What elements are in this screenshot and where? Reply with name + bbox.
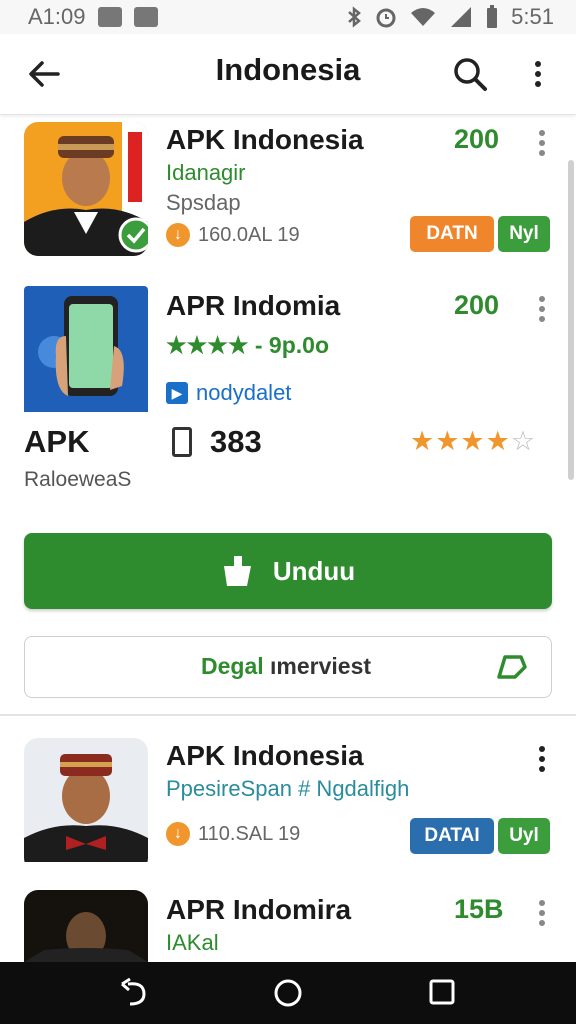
signal-icon	[451, 7, 472, 27]
hand-icon	[223, 556, 251, 586]
app-name: APR Indomia	[166, 290, 341, 321]
stat-label: APK	[24, 424, 90, 459]
home-icon[interactable]	[273, 978, 303, 1008]
play-icon: ▶	[166, 382, 188, 404]
alarm-icon	[376, 8, 396, 28]
star-filled-icon: ★★★★	[410, 426, 511, 456]
app-name: APR Indomira	[166, 894, 352, 925]
app-bar: Indonesia	[0, 34, 576, 115]
battery-icon	[487, 5, 498, 28]
secondary-label-green: Degal	[201, 653, 264, 679]
bluetooth-icon	[348, 6, 362, 28]
app-name: APK Indonesia	[166, 740, 364, 771]
app-subtitle: Idanagir	[166, 160, 246, 185]
download-button[interactable]: Unduu	[24, 533, 552, 609]
secondary-button[interactable]: Degal ımerviest	[24, 636, 552, 698]
clock: 5:51	[511, 4, 554, 29]
star-empty-icon: ☆	[510, 426, 537, 456]
badge-green[interactable]: Uyl	[498, 818, 550, 854]
scrollbar[interactable]	[568, 160, 574, 480]
screenshot-icon	[97, 7, 122, 27]
badge-green[interactable]: Nyl	[498, 216, 550, 252]
app-developer: Spsdap	[166, 190, 241, 215]
stat-sublabel: RaloeweaS	[24, 468, 132, 491]
download-button-label: Unduu	[272, 555, 356, 586]
more-vert-icon[interactable]	[526, 54, 550, 94]
app-size: 110.SAL 19	[198, 822, 301, 845]
app-count: 200	[454, 290, 500, 320]
developer-name: nodydalet	[196, 380, 292, 405]
search-icon[interactable]	[450, 54, 490, 94]
secondary-label: ımerviest	[270, 653, 372, 679]
app-thumbnail	[24, 890, 148, 962]
app-thumbnail	[24, 286, 148, 420]
item-menu-icon[interactable]	[536, 296, 548, 324]
badge-orange[interactable]: DATN	[410, 216, 494, 252]
app-name: APK Indonesia	[166, 124, 364, 155]
tag-icon	[497, 655, 527, 679]
app-size: 160.0AL 19	[198, 223, 300, 246]
download-number: 383	[210, 424, 262, 459]
app-rating: ★★★★ - 9p.0o	[166, 332, 329, 358]
phone-icon	[172, 427, 192, 457]
item-menu-icon[interactable]	[536, 130, 548, 158]
app-thumbnail	[24, 122, 148, 256]
app-count: 200	[454, 124, 500, 154]
developer-link[interactable]: ▶ nodydalet	[166, 380, 291, 406]
download-icon: ↓	[166, 223, 190, 247]
item-menu-icon[interactable]	[536, 900, 548, 928]
app-thumbnail	[24, 738, 148, 872]
divider	[0, 714, 576, 716]
app-meta: ↓ 160.0AL 19	[166, 223, 300, 247]
app-count: 15B	[454, 894, 504, 924]
status-bar: A1:09 5:51	[0, 0, 576, 34]
app-subtitle: PpesireSpan # Ngdalfigh	[166, 776, 410, 801]
download-count: 383	[172, 424, 262, 460]
back-icon[interactable]	[118, 978, 148, 1008]
notification-icon	[133, 7, 158, 27]
app-meta: ↓ 110.SAL 19	[166, 822, 300, 846]
wifi-icon	[411, 8, 436, 26]
app-subtitle: IAKal	[166, 930, 219, 955]
rating-stars: ★★★★☆	[410, 426, 536, 457]
download-icon: ↓	[166, 822, 190, 846]
recents-icon[interactable]	[428, 978, 456, 1006]
badge-blue[interactable]: DATAI	[410, 818, 494, 854]
system-nav-bar	[0, 962, 576, 1024]
item-menu-icon[interactable]	[536, 746, 548, 774]
carrier-label: A1:09	[28, 4, 86, 29]
